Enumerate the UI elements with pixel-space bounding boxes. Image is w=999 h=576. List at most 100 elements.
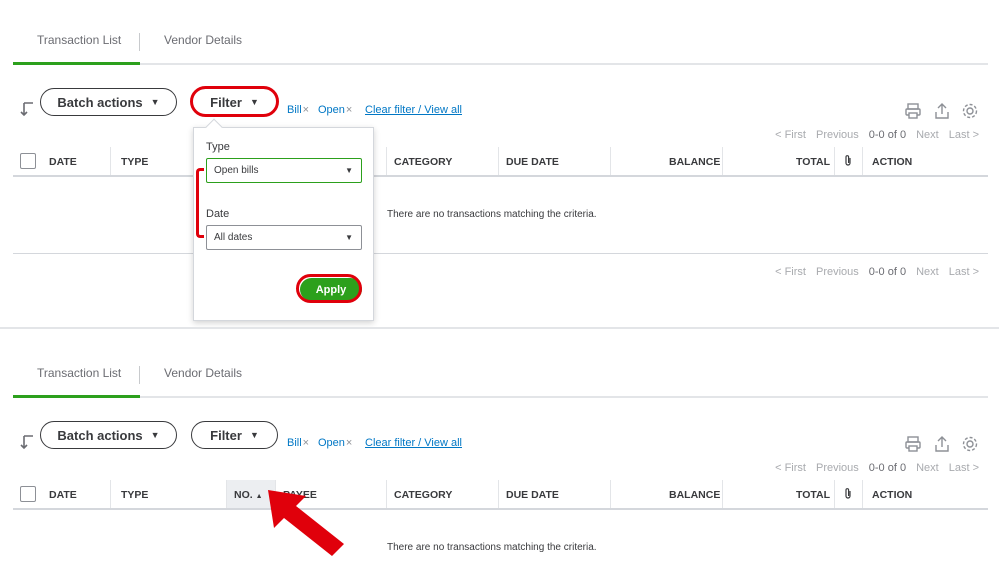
- pager-count: 0-0 of 0: [868, 266, 907, 278]
- transaction-panel-top: Transaction List Vendor Details Batch ac…: [0, 0, 999, 330]
- pager-top: < First Previous 0-0 of 0 Next Last >: [775, 462, 979, 474]
- tab-bar: Transaction List Vendor Details: [13, 333, 988, 398]
- sort-arrow-icon[interactable]: [20, 100, 36, 118]
- clear-filter-link[interactable]: Clear filter / View all: [365, 437, 462, 449]
- column-balance[interactable]: BALANCE: [669, 489, 720, 501]
- filter-chip-bill[interactable]: Bill×: [287, 437, 309, 449]
- column-type[interactable]: TYPE: [121, 156, 148, 168]
- column-divider: [610, 147, 611, 175]
- batch-actions-label: Batch actions: [57, 94, 143, 110]
- filter-chip-open[interactable]: Open×: [318, 437, 352, 449]
- paperclip-icon: [844, 487, 852, 503]
- column-divider: [110, 480, 111, 508]
- column-due-date[interactable]: DUE DATE: [506, 489, 559, 501]
- print-icon[interactable]: [904, 435, 922, 453]
- empty-message: There are no transactions matching the c…: [387, 542, 597, 553]
- apply-highlight-ring: [296, 274, 362, 303]
- column-no-label: NO.: [234, 489, 253, 501]
- tab-divider: [139, 33, 140, 51]
- export-icon[interactable]: [933, 435, 951, 453]
- column-divider: [834, 147, 835, 175]
- tab-transaction-list[interactable]: Transaction List: [37, 366, 121, 380]
- export-icon[interactable]: [933, 102, 951, 120]
- pager-last[interactable]: Last >: [949, 129, 979, 141]
- filter-label: Filter: [210, 427, 242, 443]
- gear-icon[interactable]: [961, 102, 979, 120]
- pager-previous[interactable]: Previous: [816, 462, 859, 474]
- column-divider: [386, 480, 387, 508]
- pager-previous[interactable]: Previous: [816, 266, 859, 278]
- pager-top: < First Previous 0-0 of 0 Next Last >: [775, 129, 979, 141]
- pager-last[interactable]: Last >: [949, 266, 979, 278]
- column-action[interactable]: ACTION: [872, 156, 912, 168]
- tab-divider: [139, 366, 140, 384]
- select-all-checkbox[interactable]: [20, 153, 36, 169]
- column-divider: [834, 480, 835, 508]
- column-balance[interactable]: BALANCE: [669, 156, 720, 168]
- tab-vendor-details[interactable]: Vendor Details: [164, 33, 242, 47]
- column-type[interactable]: TYPE: [121, 489, 148, 501]
- active-tab-indicator: [13, 395, 140, 398]
- column-total[interactable]: TOTAL: [796, 489, 830, 501]
- table-header: DATE TYPE NO. ▲ PAYEE CATEGORY DUE DATE …: [13, 480, 988, 510]
- date-select-value: All dates: [214, 232, 253, 243]
- red-arrow-icon: [268, 490, 344, 556]
- chip-bill-label: Bill: [287, 104, 302, 116]
- select-all-checkbox[interactable]: [20, 486, 36, 502]
- tab-bar: Transaction List Vendor Details: [13, 0, 988, 65]
- pager-first[interactable]: < First: [775, 129, 806, 141]
- caret-down-icon: ▼: [345, 233, 353, 242]
- filter-button[interactable]: Filter ▼: [191, 421, 278, 449]
- batch-actions-button[interactable]: Batch actions ▼: [40, 421, 177, 449]
- column-due-date[interactable]: DUE DATE: [506, 156, 559, 168]
- type-select[interactable]: Open bills ▼: [206, 158, 362, 183]
- empty-message: There are no transactions matching the c…: [387, 209, 597, 220]
- column-divider: [862, 480, 863, 508]
- close-icon[interactable]: ×: [346, 104, 352, 116]
- pager-count: 0-0 of 0: [868, 129, 907, 141]
- column-date[interactable]: DATE: [49, 156, 77, 168]
- date-label: Date: [206, 208, 230, 220]
- pager-first[interactable]: < First: [775, 462, 806, 474]
- close-icon[interactable]: ×: [303, 437, 309, 449]
- column-category[interactable]: CATEGORY: [394, 489, 452, 501]
- active-tab-indicator: [13, 62, 140, 65]
- date-select[interactable]: All dates ▼: [206, 225, 362, 250]
- batch-actions-button[interactable]: Batch actions ▼: [40, 88, 177, 116]
- close-icon[interactable]: ×: [346, 437, 352, 449]
- print-icon[interactable]: [904, 102, 922, 120]
- filter-chip-bill[interactable]: Bill×: [287, 104, 309, 116]
- pager-next[interactable]: Next: [916, 462, 939, 474]
- close-icon[interactable]: ×: [303, 104, 309, 116]
- caret-down-icon: ▼: [150, 430, 160, 440]
- column-divider: [862, 147, 863, 175]
- filter-chip-open[interactable]: Open×: [318, 104, 352, 116]
- sort-ascending-icon: ▲: [255, 493, 263, 500]
- column-action[interactable]: ACTION: [872, 489, 912, 501]
- gear-icon[interactable]: [961, 435, 979, 453]
- highlight-bracket: [196, 168, 204, 238]
- filter-highlight-ring: [190, 86, 279, 117]
- clear-filter-link[interactable]: Clear filter / View all: [365, 104, 462, 116]
- pager-first[interactable]: < First: [775, 266, 806, 278]
- sort-arrow-icon[interactable]: [20, 433, 36, 451]
- column-date[interactable]: DATE: [49, 489, 77, 501]
- column-divider: [498, 480, 499, 508]
- pager-previous[interactable]: Previous: [816, 129, 859, 141]
- dropdown-notch: [205, 118, 223, 136]
- pager-next[interactable]: Next: [916, 266, 939, 278]
- pager-next[interactable]: Next: [916, 129, 939, 141]
- column-category[interactable]: CATEGORY: [394, 156, 452, 168]
- column-divider: [110, 147, 111, 175]
- chip-open-label: Open: [318, 104, 345, 116]
- pager-last[interactable]: Last >: [949, 462, 979, 474]
- tab-transaction-list[interactable]: Transaction List: [37, 33, 121, 47]
- column-divider: [722, 147, 723, 175]
- chip-bill-label: Bill: [287, 437, 302, 449]
- row-divider: [13, 253, 988, 254]
- transaction-panel-bottom: Transaction List Vendor Details Batch ac…: [0, 333, 999, 576]
- column-divider: [722, 480, 723, 508]
- column-total[interactable]: TOTAL: [796, 156, 830, 168]
- tab-vendor-details[interactable]: Vendor Details: [164, 366, 242, 380]
- column-no[interactable]: NO. ▲: [234, 489, 263, 501]
